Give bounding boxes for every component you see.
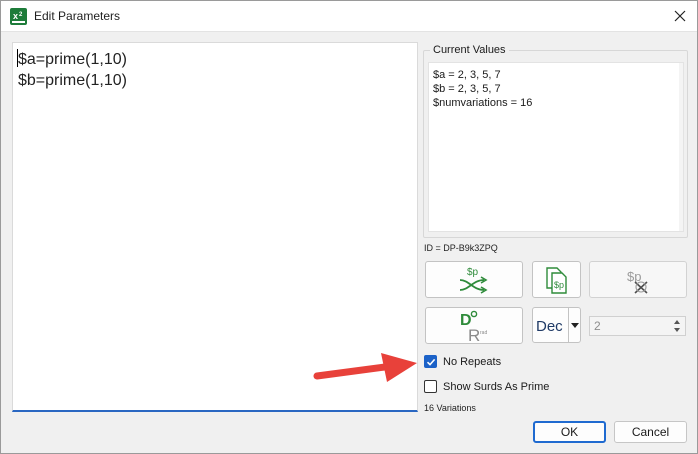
values-scrollbar[interactable]: [679, 63, 683, 231]
no-repeats-label: No Repeats: [443, 355, 502, 368]
spin-down-icon[interactable]: [674, 328, 680, 332]
chevron-down-icon[interactable]: [571, 323, 579, 328]
decimals-spinner[interactable]: 2: [589, 316, 686, 336]
svg-text:x: x: [13, 11, 18, 21]
copy-parameters-icon: $p: [545, 266, 567, 294]
show-surds-checkbox[interactable]: [424, 380, 437, 393]
editor-line: $b=prime(1,10): [18, 72, 127, 89]
shuffle-parameters-icon: $p: [459, 267, 488, 294]
clear-parameters-icon: $p: [627, 269, 648, 294]
variations-count: 16 Variations: [424, 403, 476, 413]
window-title: Edit Parameters: [34, 9, 121, 23]
clear-button[interactable]: $p: [589, 261, 687, 298]
svg-text:$p: $p: [467, 267, 479, 278]
title-bar: x 2 Edit Parameters: [1, 1, 697, 32]
copy-button[interactable]: $p: [532, 261, 581, 298]
show-surds-option[interactable]: Show Surds As Prime: [424, 380, 549, 393]
show-surds-label: Show Surds As Prime: [443, 380, 550, 393]
degrees-radians-icon: D R rad: [460, 310, 487, 342]
spin-up-icon[interactable]: [674, 320, 680, 324]
svg-text:rad: rad: [480, 330, 487, 336]
value-line: $a = 2, 3, 5, 7: [433, 69, 501, 81]
parameter-id: ID = DP-B9k3ZPQ: [424, 243, 498, 253]
value-line: $b = 2, 3, 5, 7: [433, 83, 501, 95]
svg-text:$p: $p: [554, 280, 564, 290]
no-repeats-checkbox[interactable]: [424, 355, 437, 368]
decimals-value: 2: [594, 319, 601, 333]
editor-line: $a=prime(1,10): [18, 51, 127, 68]
decimal-mode-label: Dec: [536, 318, 563, 335]
cancel-button[interactable]: Cancel: [614, 421, 687, 443]
edit-parameters-dialog: x 2 Edit Parameters $a=prime(1,10) $b=pr…: [0, 0, 698, 454]
no-repeats-option[interactable]: No Repeats: [424, 355, 501, 368]
current-values-label: Current Values: [430, 44, 509, 56]
app-logo-icon: x 2: [10, 8, 27, 25]
text-caret: [17, 49, 18, 67]
spinner-arrows[interactable]: [671, 318, 683, 334]
svg-text:R: R: [468, 326, 480, 342]
ok-button[interactable]: OK: [533, 421, 606, 443]
value-line: $numvariations = 16: [433, 97, 533, 109]
decimal-mode-dropdown[interactable]: Dec: [532, 307, 581, 343]
degrees-radians-button[interactable]: D R rad: [425, 307, 523, 344]
annotation-arrow-icon: [313, 353, 417, 382]
close-icon: [674, 10, 686, 22]
close-button[interactable]: [667, 5, 693, 27]
current-values-box: $a = 2, 3, 5, 7 $b = 2, 3, 5, 7 $numvari…: [428, 62, 684, 232]
dropdown-divider: [568, 308, 569, 342]
checkmark-icon: [426, 358, 435, 366]
shuffle-button[interactable]: $p: [425, 261, 523, 298]
